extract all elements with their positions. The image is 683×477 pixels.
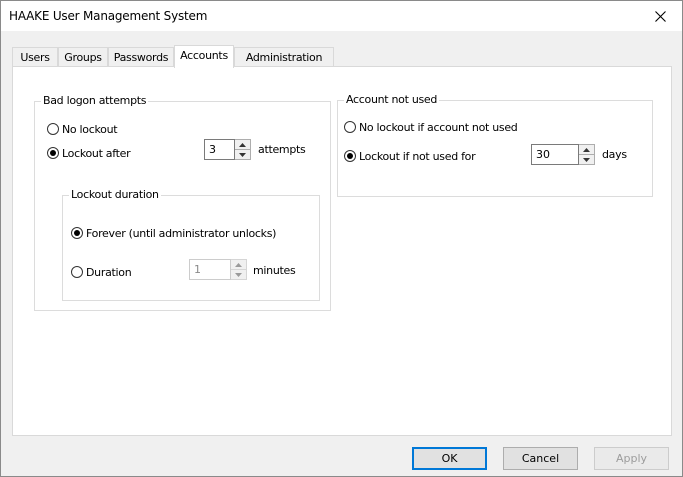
bad-logon-legend: Bad logon attempts bbox=[41, 94, 149, 107]
lockout-unused-radio[interactable]: Lockout if not used for bbox=[344, 148, 476, 164]
lockout-after-label: Lockout after bbox=[62, 146, 131, 160]
arrow-up-icon bbox=[239, 142, 246, 147]
minutes-spin-buttons bbox=[231, 259, 247, 280]
days-spin-buttons bbox=[579, 144, 595, 165]
no-lockout-radio[interactable]: No lockout bbox=[47, 121, 118, 137]
arrow-up-icon bbox=[235, 262, 242, 267]
dialog-window: HAAKE User Management System Users Group… bbox=[0, 0, 683, 477]
duration-radio[interactable]: Duration bbox=[71, 264, 132, 280]
arrow-down-icon bbox=[235, 272, 242, 277]
arrow-up-icon bbox=[583, 147, 590, 152]
duration-label: Duration bbox=[86, 265, 132, 279]
apply-button[interactable]: Apply bbox=[594, 447, 669, 470]
account-not-used-legend: Account not used bbox=[344, 93, 440, 106]
days-input[interactable]: 30 bbox=[531, 144, 579, 165]
attempts-input[interactable]: 3 bbox=[204, 139, 235, 160]
lockout-duration-group: Lockout duration Forever (until administ… bbox=[62, 188, 320, 301]
tab-groups[interactable]: Groups bbox=[58, 47, 108, 67]
attempts-up-button[interactable] bbox=[235, 140, 250, 150]
no-lockout-radio-indicator[interactable] bbox=[47, 123, 59, 135]
no-lockout-unused-radio[interactable]: No lockout if account not used bbox=[344, 119, 518, 135]
title-bar: HAAKE User Management System bbox=[1, 1, 682, 31]
lockout-unused-radio-indicator[interactable] bbox=[344, 150, 356, 162]
close-button[interactable] bbox=[638, 1, 682, 31]
attempts-spin-buttons bbox=[235, 139, 251, 160]
attempts-down-button[interactable] bbox=[235, 150, 250, 159]
attempts-unit-label: attempts bbox=[258, 143, 306, 156]
window-title: HAAKE User Management System bbox=[9, 9, 208, 23]
minutes-down-button[interactable] bbox=[231, 270, 246, 279]
lockout-after-radio-indicator[interactable] bbox=[47, 147, 59, 159]
days-spinner[interactable]: 30 bbox=[531, 144, 595, 165]
tab-accounts[interactable]: Accounts bbox=[174, 45, 234, 68]
no-lockout-unused-label: No lockout if account not used bbox=[359, 120, 518, 134]
no-lockout-label: No lockout bbox=[62, 122, 118, 136]
forever-radio-indicator[interactable] bbox=[71, 227, 83, 239]
attempts-spinner[interactable]: 3 bbox=[204, 139, 251, 160]
close-icon bbox=[654, 10, 666, 22]
tab-users[interactable]: Users bbox=[12, 47, 58, 67]
minutes-spinner[interactable]: 1 bbox=[189, 259, 247, 280]
lockout-unused-label: Lockout if not used for bbox=[359, 149, 476, 163]
account-not-used-group: Account not used No lockout if account n… bbox=[337, 93, 653, 197]
arrow-down-icon bbox=[583, 157, 590, 162]
minutes-unit-label: minutes bbox=[253, 264, 296, 277]
days-down-button[interactable] bbox=[579, 155, 594, 164]
bad-logon-group: Bad logon attempts No lockout Lockout af… bbox=[34, 94, 331, 311]
duration-radio-indicator[interactable] bbox=[71, 266, 83, 278]
no-lockout-unused-radio-indicator[interactable] bbox=[344, 121, 356, 133]
days-up-button[interactable] bbox=[579, 145, 594, 155]
tab-administration[interactable]: Administration bbox=[234, 47, 334, 67]
lockout-after-radio[interactable]: Lockout after bbox=[47, 145, 131, 161]
days-unit-label: days bbox=[602, 148, 627, 161]
cancel-button[interactable]: Cancel bbox=[503, 447, 578, 470]
forever-label: Forever (until administrator unlocks) bbox=[86, 226, 277, 240]
arrow-down-icon bbox=[239, 152, 246, 157]
lockout-duration-legend: Lockout duration bbox=[69, 188, 161, 201]
minutes-up-button[interactable] bbox=[231, 260, 246, 270]
accounts-tab-panel: Bad logon attempts No lockout Lockout af… bbox=[12, 66, 672, 436]
tab-strip: Users Groups Passwords Accounts Administ… bbox=[12, 45, 672, 68]
minutes-input[interactable]: 1 bbox=[189, 259, 231, 280]
tab-passwords[interactable]: Passwords bbox=[108, 47, 174, 67]
forever-radio[interactable]: Forever (until administrator unlocks) bbox=[71, 225, 276, 241]
ok-button[interactable]: OK bbox=[412, 447, 487, 470]
